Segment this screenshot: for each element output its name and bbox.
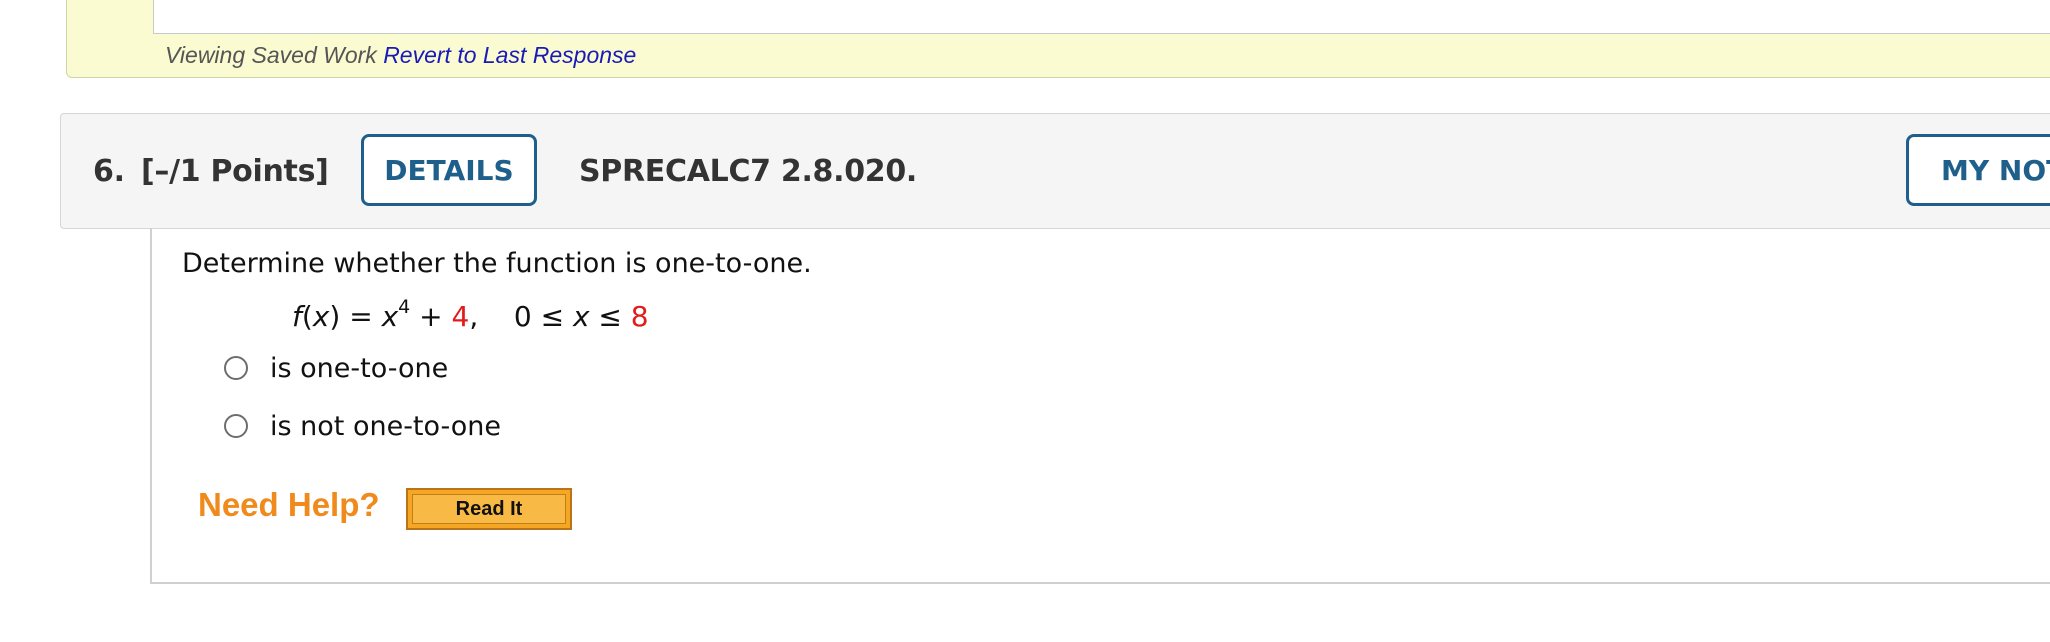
revert-link[interactable]: Revert to Last Response — [383, 42, 636, 68]
domain-lower: 0 — [513, 300, 532, 333]
saved-work-line: Viewing Saved Work Revert to Last Respon… — [165, 42, 636, 69]
question-number: 6. — [93, 154, 125, 189]
formula-x2: x — [381, 300, 399, 333]
choice-label: is one-to-one — [270, 352, 449, 384]
question-points: [–/1 Points] — [141, 154, 329, 189]
formula-exponent: 4 — [398, 296, 411, 318]
previous-question-footer: Viewing Saved Work Revert to Last Respon… — [66, 0, 2050, 78]
radio-button[interactable] — [224, 356, 248, 380]
read-it-button[interactable]: Read It — [406, 488, 572, 530]
formula-constant: 4 — [451, 300, 470, 333]
my-notes-button[interactable]: MY NOTES — [1906, 134, 2050, 206]
choice-not-one-to-one[interactable]: is not one-to-one — [224, 408, 501, 444]
function-formula: f(x) = x4 + 4, 0 ≤ x ≤ 8 — [292, 296, 649, 334]
formula-x1: x — [312, 300, 330, 333]
read-it-label: Read It — [412, 494, 566, 524]
choice-label: is not one-to-one — [270, 410, 502, 442]
question-code: SPRECALC7 2.8.020. — [579, 154, 918, 189]
question-header: 6. [–/1 Points] DETAILS SPRECALC7 2.8.02… — [60, 113, 2050, 229]
details-button[interactable]: DETAILS — [361, 134, 537, 206]
choice-one-to-one[interactable]: is one-to-one — [224, 350, 448, 386]
domain-upper: 8 — [630, 300, 649, 333]
saved-work-text: Viewing Saved Work — [165, 42, 377, 68]
need-help-label: Need Help? — [198, 486, 380, 523]
formula-f: f — [292, 300, 302, 333]
question-prompt: Determine whether the function is one-to… — [182, 248, 812, 279]
previous-answer-box — [153, 0, 2050, 34]
question-body: Determine whether the function is one-to… — [150, 228, 2050, 584]
radio-button[interactable] — [224, 414, 248, 438]
